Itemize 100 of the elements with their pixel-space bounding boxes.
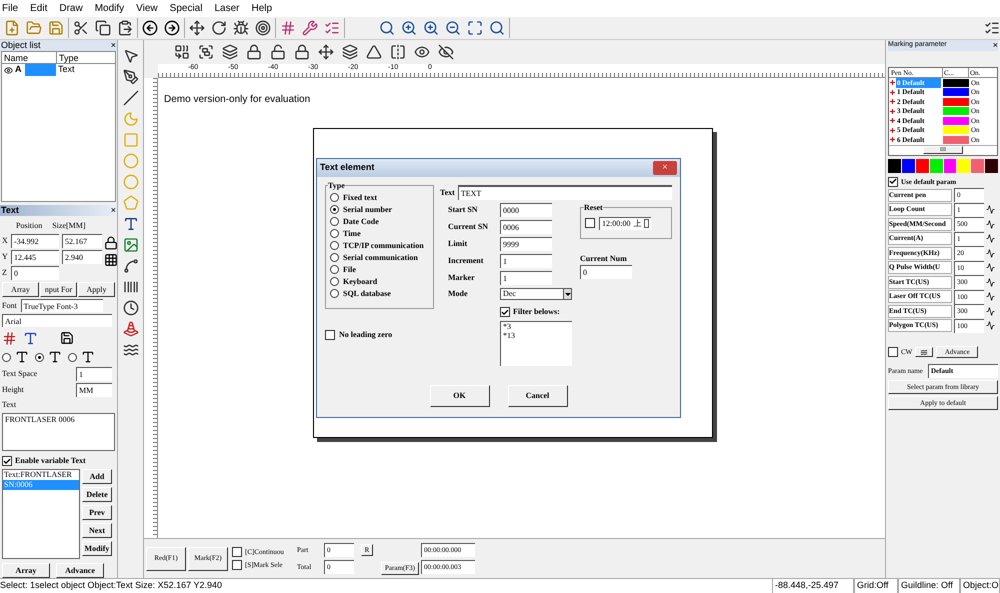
search-icon[interactable] xyxy=(379,20,395,36)
signal-light-icon[interactable] xyxy=(122,321,138,337)
list-button[interactable]: Modify xyxy=(82,541,112,556)
dialog-button[interactable]: OK xyxy=(430,385,490,407)
flip-icon[interactable] xyxy=(390,44,406,60)
color-swatch[interactable] xyxy=(971,158,984,172)
input-field[interactable]: 2.940 xyxy=(62,250,102,264)
menu-item[interactable]: Help xyxy=(251,1,272,16)
radio-button[interactable] xyxy=(330,265,339,274)
dialog-button[interactable]: Cancel xyxy=(508,385,568,407)
menu-item[interactable]: Modify xyxy=(94,1,124,16)
panel-button[interactable]: Advance xyxy=(56,563,104,578)
cut-icon[interactable] xyxy=(73,20,89,36)
close-button[interactable]: × xyxy=(653,161,677,175)
list-icon[interactable] xyxy=(984,20,1000,36)
lock-icon[interactable] xyxy=(294,44,310,60)
checkbox[interactable] xyxy=(888,347,898,357)
color-swatch[interactable] xyxy=(916,158,929,172)
checkbox[interactable] xyxy=(2,456,12,466)
lock-icon[interactable] xyxy=(104,236,118,250)
back-icon[interactable] xyxy=(142,20,158,36)
zoom-in-icon[interactable] xyxy=(401,20,417,36)
radio-button[interactable] xyxy=(330,241,339,250)
unlock-icon[interactable] xyxy=(270,44,286,60)
radio-button[interactable] xyxy=(2,352,11,362)
checkbox[interactable] xyxy=(888,176,898,187)
pulse-button[interactable] xyxy=(915,347,934,357)
tools-icon[interactable] xyxy=(302,20,318,36)
barcode-icon[interactable] xyxy=(122,279,138,295)
radio-button[interactable] xyxy=(330,193,339,202)
input-field[interactable]: -34.992 xyxy=(11,234,59,248)
rotate-icon[interactable] xyxy=(211,20,227,36)
wave-icon[interactable] xyxy=(122,342,138,358)
mirror-icon[interactable] xyxy=(366,44,382,60)
target-icon[interactable] xyxy=(255,20,271,36)
list-button[interactable]: Next xyxy=(82,523,112,538)
radio-button[interactable] xyxy=(330,277,339,286)
paste-icon[interactable] xyxy=(117,20,133,36)
list-item[interactable]: Text:FRONTLASER xyxy=(3,470,79,480)
pointer-icon[interactable] xyxy=(122,48,138,64)
filter-list[interactable]: *3 *13 xyxy=(500,321,572,366)
input-field[interactable]: 1 xyxy=(76,367,112,381)
radio-button[interactable] xyxy=(330,217,339,226)
lock-icon[interactable] xyxy=(246,44,262,60)
grid-icon[interactable] xyxy=(104,253,118,267)
radio-button[interactable] xyxy=(330,229,339,238)
radio-button[interactable] xyxy=(35,352,44,362)
close-button[interactable]: × xyxy=(110,206,116,215)
font-type-dropdown[interactable]: TrueType Font-3 xyxy=(20,299,103,312)
forward-icon[interactable] xyxy=(164,20,180,36)
color-swatch[interactable] xyxy=(902,158,915,172)
group-icon[interactable] xyxy=(198,44,214,60)
radio-button[interactable] xyxy=(68,352,77,362)
pen-icon[interactable] xyxy=(122,69,138,85)
checkbox[interactable] xyxy=(325,330,335,340)
input-field[interactable]: 0000 xyxy=(500,203,552,217)
color-swatch[interactable] xyxy=(930,158,942,172)
checkbox[interactable] xyxy=(232,560,242,570)
menu-item[interactable]: File xyxy=(2,1,18,16)
hatch-icon[interactable] xyxy=(2,330,17,346)
text-area[interactable]: FRONTLASER 0006 xyxy=(2,413,115,451)
eye-icon[interactable] xyxy=(438,44,454,60)
radio-button[interactable] xyxy=(330,253,339,262)
color-swatch[interactable] xyxy=(985,158,998,172)
combine-icon[interactable] xyxy=(174,44,190,60)
input-field[interactable]: 1 xyxy=(500,254,552,268)
zoom-out-icon[interactable] xyxy=(445,20,461,36)
radio-button[interactable] xyxy=(330,205,339,214)
eye-icon[interactable] xyxy=(4,66,13,74)
checkbox[interactable] xyxy=(500,307,510,317)
line-icon[interactable] xyxy=(122,90,138,106)
input-field[interactable]: 9999 xyxy=(500,237,552,251)
layers-icon[interactable] xyxy=(222,44,238,60)
close-button[interactable]: × xyxy=(110,41,116,50)
image-icon[interactable] xyxy=(122,237,138,253)
clock-icon[interactable] xyxy=(122,300,138,316)
copy-icon[interactable] xyxy=(95,20,111,36)
eye-icon[interactable] xyxy=(414,44,430,60)
list-button[interactable]: Delete xyxy=(82,487,112,502)
hatch-icon[interactable] xyxy=(280,20,296,36)
font-name-dropdown[interactable]: Arial xyxy=(2,314,112,327)
checkbox[interactable] xyxy=(232,546,242,557)
time-field[interactable]: 12:00:00 上 xyxy=(599,216,652,230)
input-field[interactable]: 1 xyxy=(500,271,552,285)
search-icon[interactable] xyxy=(489,20,505,36)
input-field[interactable]: 12.445 xyxy=(11,250,59,264)
input-field[interactable]: 0 xyxy=(11,266,59,280)
mode-dropdown[interactable]: Dec xyxy=(500,288,572,300)
list-icon[interactable] xyxy=(324,20,340,36)
panel-button[interactable]: Array xyxy=(2,282,39,297)
close-button[interactable]: × xyxy=(992,41,998,50)
color-swatch[interactable] xyxy=(888,158,901,172)
panel-button[interactable]: Array xyxy=(2,563,50,578)
font-icon[interactable] xyxy=(23,330,38,346)
input-field[interactable]: 0006 xyxy=(500,220,552,234)
move-icon[interactable] xyxy=(189,20,205,36)
checkbox[interactable] xyxy=(585,218,595,228)
text-tool-icon[interactable] xyxy=(122,216,138,232)
layers-icon[interactable] xyxy=(342,44,358,60)
panel-button[interactable]: nput For xyxy=(40,282,77,297)
